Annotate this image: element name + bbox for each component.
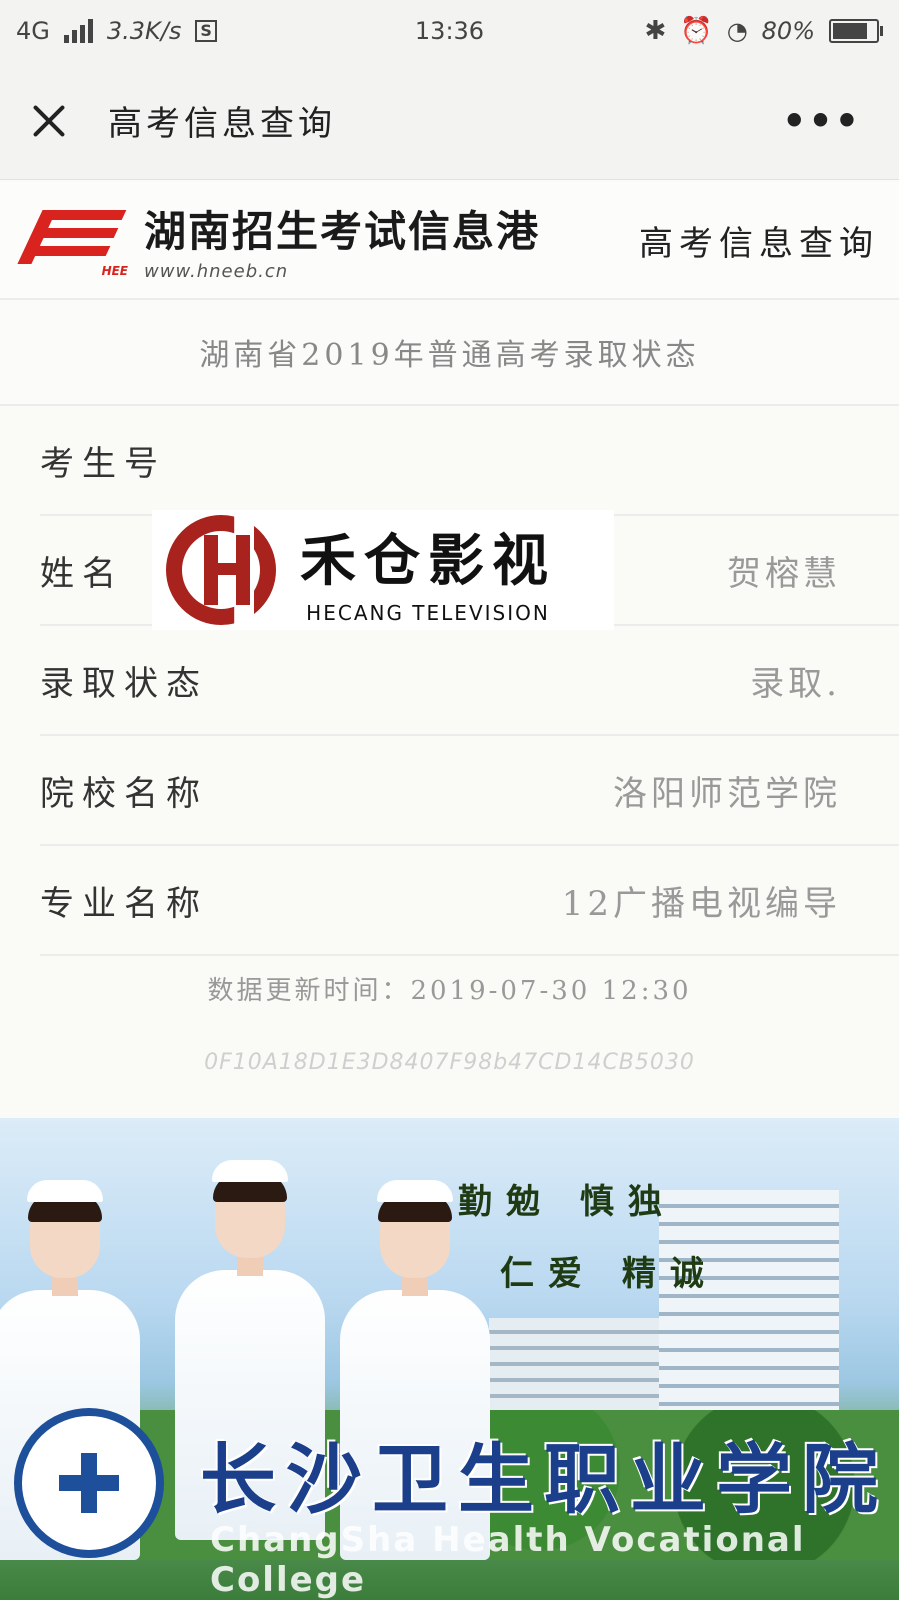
alarm-icon: ⏰ (680, 16, 713, 46)
site-header: HEE 湖南招生考试信息港 www.hneeb.cn 高考信息查询 (0, 182, 899, 300)
row-value: 洛阳师范学院 (613, 773, 841, 814)
school-logo-icon (14, 1408, 164, 1558)
row-label: 录取状态 (40, 663, 208, 704)
row-value: 12广播电视编导 (561, 883, 841, 924)
network-type: 4G (16, 17, 50, 45)
banner-motto-1: 勤勉 慎独 (458, 1182, 676, 1222)
signal-icon (63, 19, 93, 43)
banner-school-name-en: ChangSha Health Vocational College (210, 1520, 806, 1600)
battery-percent: 80% (761, 17, 815, 45)
wifi-icon: ◔ (726, 17, 748, 45)
watermark-cn: 禾仓影视 (300, 528, 556, 594)
header-query-title: 高考信息查询 (639, 223, 879, 264)
watermark-en: HECANG TELEVISION (306, 600, 550, 625)
hee-logo-icon[interactable]: HEE (17, 202, 130, 278)
s-badge-icon: S (195, 20, 217, 42)
hee-logo-text: HEE (101, 264, 128, 278)
row-major-name: 专业名称 12广播电视编导 (40, 846, 899, 956)
row-label: 院校名称 (40, 773, 208, 814)
bluetooth-icon: ✱ (644, 16, 667, 46)
data-updated-time: 数据更新时间：2019-07-30 12:30 (207, 976, 692, 1006)
site-name[interactable]: 湖南招生考试信息港 (144, 198, 540, 259)
more-menu-icon[interactable]: ••• (782, 99, 861, 143)
hecang-logo-icon (166, 513, 276, 627)
banner-motto-2: 仁爱 精诚 (500, 1254, 718, 1294)
status-bar: 4G 3.3K/s S 13:36 ✱ ⏰ ◔ 80% (0, 0, 899, 62)
watermark: 禾仓影视 HECANG TELEVISION (152, 510, 614, 630)
row-admission-status: 录取状态 录取. (40, 626, 899, 736)
school-banner[interactable]: 勤勉 慎独 仁爱 精诚 长沙卫生职业学院 ChangSha Health Voc… (0, 1118, 899, 1600)
row-value: 录取. (750, 663, 841, 704)
network-speed: 3.3K/s (106, 17, 182, 45)
verification-hash: 0F10A18D1E3D8407F98b47CD14CB5030 (204, 1050, 695, 1075)
result-title: 湖南省2019年普通高考录取状态 (0, 300, 899, 406)
row-label: 姓名 (40, 553, 124, 594)
battery-icon (829, 19, 883, 43)
nav-title: 高考信息查询 (108, 104, 336, 144)
row-label: 专业名称 (40, 883, 208, 924)
site-url: www.hneeb.cn (144, 261, 289, 282)
row-school-name: 院校名称 洛阳师范学院 (40, 736, 899, 846)
row-label: 考生号 (40, 443, 166, 484)
nav-bar: 高考信息查询 ••• (0, 62, 899, 180)
banner-school-name: 长沙卫生职业学院 (200, 1435, 888, 1524)
clock: 13:36 (414, 17, 485, 45)
row-value: 贺榕慧 (727, 553, 841, 594)
close-icon[interactable] (24, 96, 74, 146)
row-exam-number: 考生号 (40, 406, 899, 516)
